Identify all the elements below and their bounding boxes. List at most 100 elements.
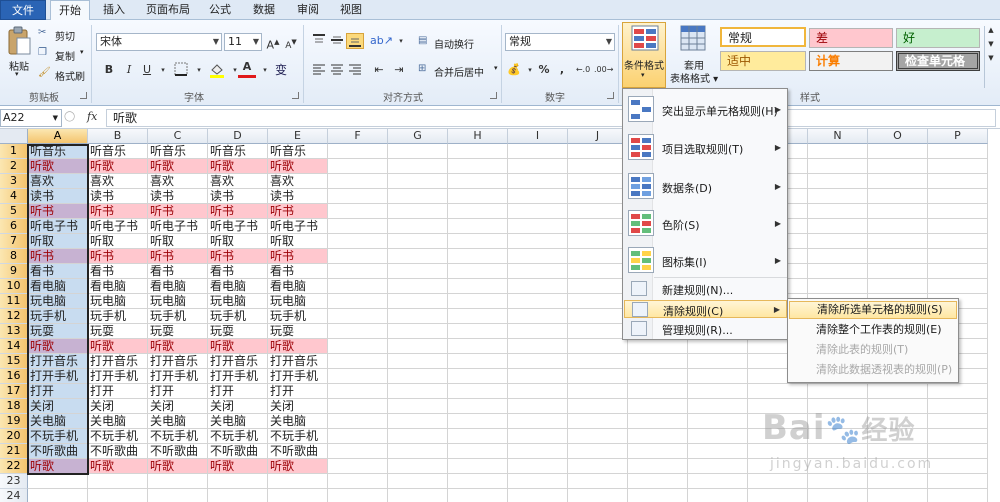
cell-D6[interactable]: 听电子书 (208, 219, 268, 234)
cell-C4[interactable]: 读书 (148, 189, 208, 204)
cell-I10[interactable] (508, 279, 568, 294)
cell-K15[interactable] (628, 354, 688, 369)
cell-B3[interactable]: 喜欢 (88, 174, 148, 189)
cell-E20[interactable]: 不玩手机 (268, 429, 328, 444)
cell-D16[interactable]: 打开手机 (208, 369, 268, 384)
cf-menu-item[interactable]: 突出显示单元格规则(H) ▶ (624, 93, 787, 127)
cell-D20[interactable]: 不玩手机 (208, 429, 268, 444)
cell-F22[interactable] (328, 459, 388, 474)
cell-N9[interactable] (808, 264, 868, 279)
cell-G18[interactable] (388, 399, 448, 414)
cell-J17[interactable] (568, 384, 628, 399)
cell-B13[interactable]: 玩耍 (88, 324, 148, 339)
align-top-button[interactable] (310, 33, 328, 49)
column-header[interactable]: D (208, 129, 268, 144)
cell-L16[interactable] (688, 369, 748, 384)
cell-G9[interactable] (388, 264, 448, 279)
column-header[interactable]: G (388, 129, 448, 144)
cell-A24[interactable] (28, 489, 88, 502)
cell-I12[interactable] (508, 309, 568, 324)
cell-F19[interactable] (328, 414, 388, 429)
cell-D22[interactable]: 听歌 (208, 459, 268, 474)
cell-G15[interactable] (388, 354, 448, 369)
cell-B21[interactable]: 不听歌曲 (88, 444, 148, 459)
style-normal[interactable]: 常规 (720, 27, 806, 47)
cell-G21[interactable] (388, 444, 448, 459)
cell-C5[interactable]: 听书 (148, 204, 208, 219)
cell-P1[interactable] (928, 144, 988, 159)
cell-A4[interactable]: 读书 (28, 189, 88, 204)
cell-L17[interactable] (688, 384, 748, 399)
cell-K21[interactable] (628, 444, 688, 459)
tab-review[interactable]: 审阅 (290, 0, 326, 20)
tab-file[interactable]: 文件 (0, 0, 46, 20)
cell-H21[interactable] (448, 444, 508, 459)
cell-J8[interactable] (568, 249, 628, 264)
row-header[interactable]: 3 (0, 174, 28, 189)
cell-D10[interactable]: 看电脑 (208, 279, 268, 294)
cell-B14[interactable]: 听歌 (88, 339, 148, 354)
cell-P24[interactable] (928, 489, 988, 502)
cell-J7[interactable] (568, 234, 628, 249)
cell-E14[interactable]: 听歌 (268, 339, 328, 354)
cell-A16[interactable]: 打开手机 (28, 369, 88, 384)
cell-K20[interactable] (628, 429, 688, 444)
cell-B19[interactable]: 关电脑 (88, 414, 148, 429)
column-header[interactable]: J (568, 129, 628, 144)
cell-I2[interactable] (508, 159, 568, 174)
fill-color-button[interactable] (208, 62, 226, 78)
cell-L24[interactable] (688, 489, 748, 502)
cell-C16[interactable]: 打开手机 (148, 369, 208, 384)
cell-J3[interactable] (568, 174, 628, 189)
cell-N23[interactable] (808, 474, 868, 489)
cell-D5[interactable]: 听书 (208, 204, 268, 219)
cell-D14[interactable]: 听歌 (208, 339, 268, 354)
cell-H8[interactable] (448, 249, 508, 264)
tab-view[interactable]: 视图 (333, 0, 369, 20)
cell-K16[interactable] (628, 369, 688, 384)
row-header[interactable]: 17 (0, 384, 28, 399)
cell-E8[interactable]: 听书 (268, 249, 328, 264)
cell-N19[interactable] (808, 414, 868, 429)
cell-E15[interactable]: 打开音乐 (268, 354, 328, 369)
format-as-table-button[interactable]: 套用 表格格式 ▾ (670, 24, 718, 86)
align-left-button[interactable] (310, 62, 328, 78)
cell-P9[interactable] (928, 264, 988, 279)
cell-O5[interactable] (868, 204, 928, 219)
cell-G20[interactable] (388, 429, 448, 444)
cell-N7[interactable] (808, 234, 868, 249)
cell-H19[interactable] (448, 414, 508, 429)
cell-H6[interactable] (448, 219, 508, 234)
cell-P4[interactable] (928, 189, 988, 204)
cell-B7[interactable]: 听取 (88, 234, 148, 249)
cell-I15[interactable] (508, 354, 568, 369)
cell-O21[interactable] (868, 444, 928, 459)
cell-H16[interactable] (448, 369, 508, 384)
row-header[interactable]: 22 (0, 459, 28, 474)
cell-M20[interactable] (748, 429, 808, 444)
column-header[interactable]: P (928, 129, 988, 144)
cell-K23[interactable] (628, 474, 688, 489)
align-bottom-button[interactable] (346, 33, 364, 49)
dialog-launcher-icon[interactable] (490, 92, 497, 99)
cell-C8[interactable]: 听书 (148, 249, 208, 264)
cell-G16[interactable] (388, 369, 448, 384)
cell-G8[interactable] (388, 249, 448, 264)
cell-P20[interactable] (928, 429, 988, 444)
cell-G4[interactable] (388, 189, 448, 204)
cell-J19[interactable] (568, 414, 628, 429)
shrink-font-button[interactable]: A▼ (282, 34, 300, 51)
cell-F9[interactable] (328, 264, 388, 279)
cell-D19[interactable]: 关电脑 (208, 414, 268, 429)
cell-P8[interactable] (928, 249, 988, 264)
clear-rules-submenu-item[interactable]: 清除整个工作表的规则(E) (789, 321, 957, 339)
cell-F4[interactable] (328, 189, 388, 204)
cf-menu-item[interactable]: 数据条(D) ▶ (624, 170, 787, 204)
row-header[interactable]: 16 (0, 369, 28, 384)
cell-D1[interactable]: 听音乐 (208, 144, 268, 159)
align-right-button[interactable] (346, 62, 364, 78)
cell-E2[interactable]: 听歌 (268, 159, 328, 174)
comma-button[interactable]: , (553, 62, 571, 78)
cell-P3[interactable] (928, 174, 988, 189)
cell-N8[interactable] (808, 249, 868, 264)
